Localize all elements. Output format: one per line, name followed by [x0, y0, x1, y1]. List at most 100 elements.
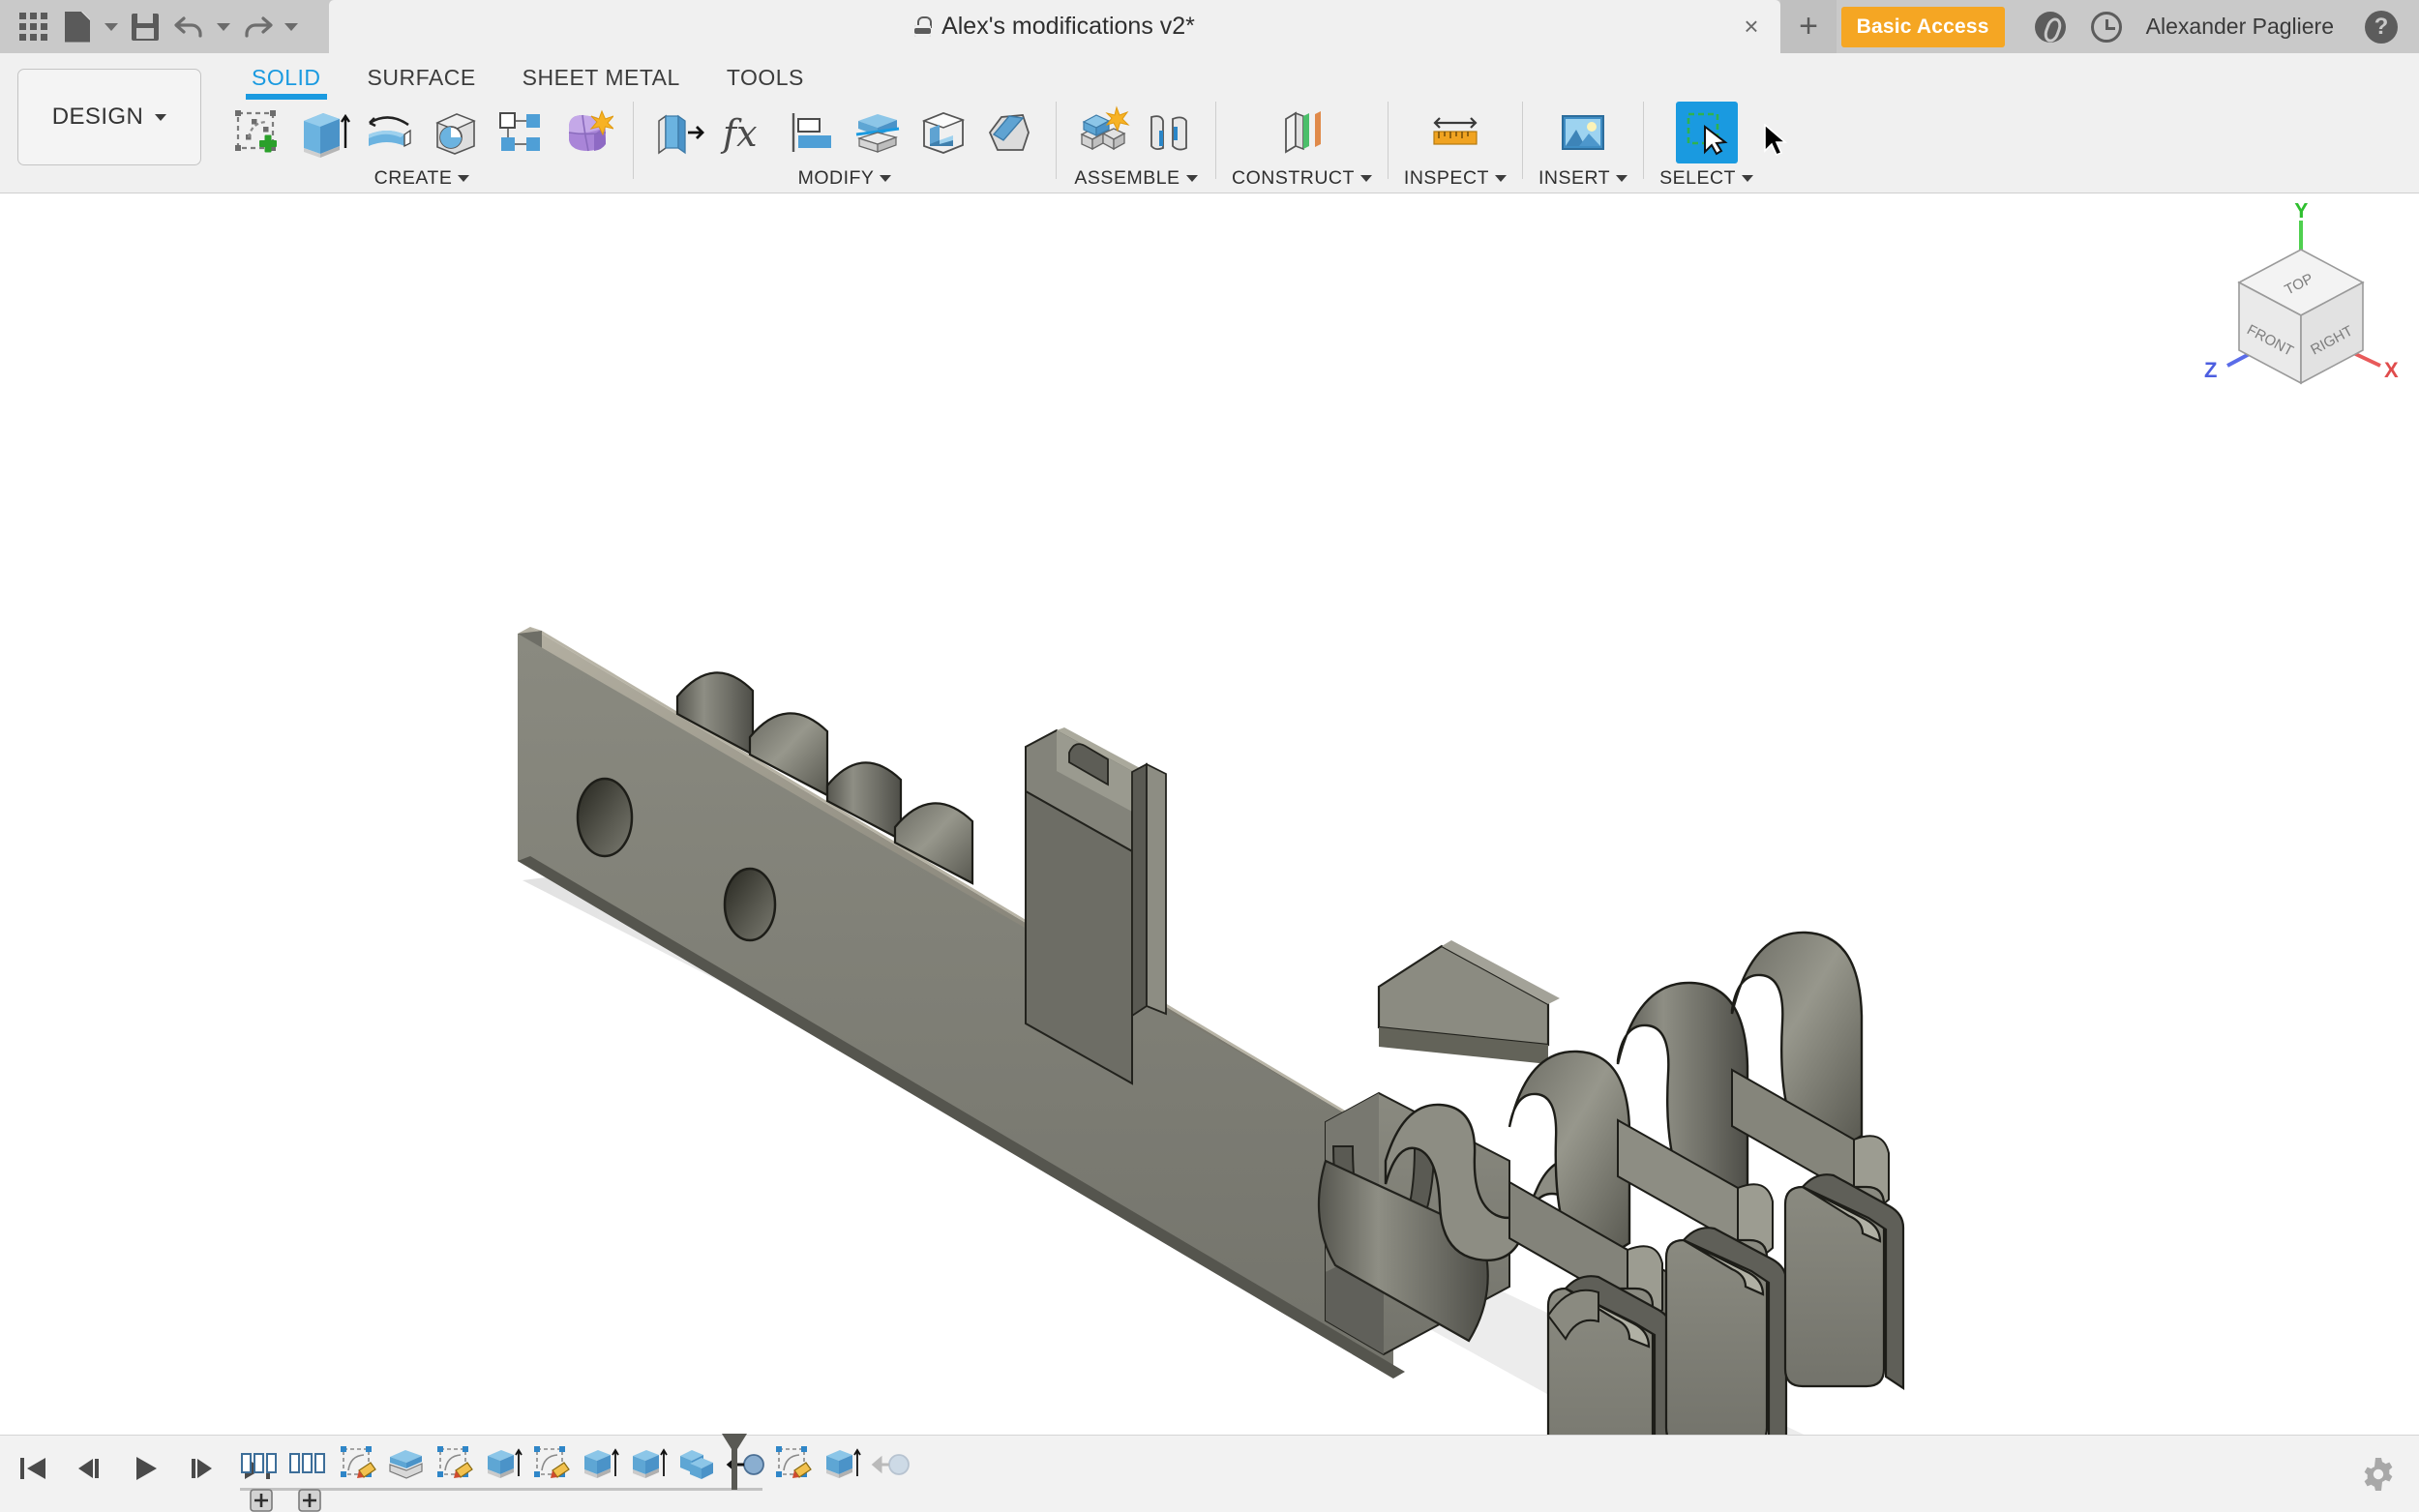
sweep-icon[interactable]	[424, 102, 486, 163]
timeline-feature-extrude-3[interactable]	[576, 1441, 624, 1488]
panel-inspect-label[interactable]: INSPECT	[1404, 167, 1507, 190]
timeline-feature-extrude-4[interactable]	[624, 1441, 672, 1488]
tab-solid[interactable]: SOLID	[228, 53, 344, 101]
chevron-down-icon	[1494, 175, 1507, 182]
new-tab-button[interactable]: +	[1780, 0, 1837, 53]
timeline-feature-combine[interactable]	[672, 1441, 721, 1488]
joint-icon[interactable]	[1138, 102, 1200, 163]
timeline-feature-group-1[interactable]	[237, 1441, 285, 1512]
chevron-down-icon	[880, 175, 892, 182]
panel-insert-label[interactable]: INSERT	[1538, 167, 1628, 190]
3d-viewport-canvas[interactable]: Y Z X TOP FRONT RIGHT	[0, 193, 2419, 1435]
redo-icon[interactable]	[236, 6, 279, 48]
account-badge[interactable]: Basic Access	[1840, 6, 2005, 47]
redo-dropdown-caret[interactable]	[281, 6, 302, 48]
panel-construct: CONSTRUCT	[1226, 100, 1378, 190]
document-tab-title: Alex's modifications v2*	[914, 13, 1195, 41]
workspace-switcher[interactable]: DESIGN	[17, 69, 201, 165]
split-body-icon[interactable]	[847, 102, 909, 163]
cad-model[interactable]	[0, 193, 2419, 1435]
timeline-settings-gear-icon[interactable]	[2359, 1455, 2398, 1494]
document-tab[interactable]: Alex's modifications v2* ×	[329, 0, 1780, 53]
save-icon[interactable]	[124, 6, 166, 48]
timeline-step-forward-button[interactable]	[182, 1449, 221, 1488]
panel-divider	[1215, 102, 1216, 179]
undo-dropdown-caret[interactable]	[213, 6, 234, 48]
timeline-feature-sketch-3[interactable]	[527, 1441, 576, 1488]
timeline-play-button[interactable]	[126, 1449, 164, 1488]
timeline-feature-group-2[interactable]	[285, 1441, 334, 1512]
shell-icon[interactable]	[912, 102, 974, 163]
measure-icon[interactable]	[1424, 102, 1486, 163]
timeline-step-back-button[interactable]	[70, 1449, 108, 1488]
user-name[interactable]: Alexander Pagliere	[2146, 14, 2334, 40]
document-tab-strip: Alex's modifications v2* × +	[329, 0, 1837, 53]
timeline-feature-sketch-1[interactable]	[334, 1441, 382, 1488]
timeline-bar	[0, 1434, 2419, 1512]
timeline-feature-sketch-2[interactable]	[431, 1441, 479, 1488]
timeline-feature-extrude-5[interactable]	[818, 1441, 866, 1488]
offset-plane-icon[interactable]	[1270, 102, 1332, 163]
panel-create-title: CREATE	[373, 167, 453, 189]
chevron-down-icon	[1185, 175, 1198, 182]
extrude-icon	[483, 1441, 523, 1488]
timeline-go-to-beginning-button[interactable]	[14, 1449, 52, 1488]
new-component-icon[interactable]	[1072, 102, 1134, 163]
panel-inspect-title: INSPECT	[1403, 167, 1489, 189]
title-bar-right: Basic Access Alexander Pagliere ?	[1840, 0, 2419, 53]
panel-divider	[1387, 102, 1389, 179]
a360-status-icon[interactable]	[2028, 5, 2073, 49]
timeline-expand-icon[interactable]	[297, 1488, 322, 1512]
quick-access-toolbar	[0, 0, 302, 53]
timeline-expand-icon[interactable]	[249, 1488, 274, 1512]
panel-select: SELECT	[1654, 100, 1759, 190]
workspace-label: DESIGN	[51, 104, 144, 130]
close-icon[interactable]: ×	[1740, 14, 1763, 39]
file-icon[interactable]	[56, 6, 99, 48]
change-parameters-icon[interactable]: fx	[715, 102, 777, 163]
pattern-icon[interactable]	[490, 102, 552, 163]
timeline-features	[237, 1441, 914, 1512]
timeline-feature-extrude-2[interactable]	[479, 1441, 527, 1488]
combine-icon	[676, 1441, 717, 1488]
panel-construct-title: CONSTRUCT	[1232, 167, 1355, 189]
press-pull-icon[interactable]	[649, 102, 711, 163]
insert-image-icon[interactable]	[1552, 102, 1614, 163]
panel-select-label[interactable]: SELECT	[1659, 167, 1753, 190]
chamfer-icon[interactable]	[978, 102, 1040, 163]
panel-construct-label[interactable]: CONSTRUCT	[1232, 167, 1372, 190]
tab-surface[interactable]: SURFACE	[344, 53, 499, 101]
panel-divider	[1643, 102, 1645, 179]
timeline-feature-sketch-4[interactable]	[769, 1441, 818, 1488]
tab-sheet-metal[interactable]: SHEET METAL	[499, 53, 703, 101]
tab-tools[interactable]: TOOLS	[703, 53, 827, 101]
sketch-icon	[338, 1441, 378, 1488]
help-icon[interactable]: ?	[2359, 5, 2404, 49]
undo-icon[interactable]	[168, 6, 211, 48]
job-status-clock-icon[interactable]	[2084, 5, 2129, 49]
panel-assemble-title: ASSEMBLE	[1074, 167, 1180, 189]
view-cube[interactable]: Y Z X TOP FRONT RIGHT	[2196, 198, 2409, 406]
panel-select-title: SELECT	[1659, 167, 1736, 189]
timeline-feature-move-2[interactable]	[866, 1441, 914, 1488]
ribbon: DESIGN SOLID SURFACE SHEET METAL TOOLS C…	[0, 53, 2419, 193]
panel-create-label[interactable]: CREATE	[374, 167, 470, 190]
document-title-text: Alex's modifications v2*	[941, 13, 1195, 40]
panel-assemble-label[interactable]: ASSEMBLE	[1074, 167, 1198, 190]
fusion360-window: Alex's modifications v2* × + Basic Acces…	[0, 0, 2419, 1512]
timeline-marker[interactable]	[718, 1434, 751, 1495]
create-form-icon[interactable]	[555, 102, 617, 163]
revolve-icon[interactable]	[358, 102, 420, 163]
align-icon[interactable]	[781, 102, 843, 163]
file-dropdown-caret[interactable]	[101, 6, 122, 48]
svg-text:fx: fx	[720, 112, 758, 155]
panel-modify-label[interactable]: MODIFY	[798, 167, 892, 190]
app-grid-icon[interactable]	[12, 6, 54, 48]
create-sketch-icon[interactable]	[226, 102, 288, 163]
axis-label-x: X	[2384, 358, 2399, 382]
extrude-icon[interactable]	[292, 102, 354, 163]
select-icon[interactable]	[1675, 102, 1738, 163]
timeline-feature-extrude-1[interactable]	[382, 1441, 431, 1488]
extrude-icon	[821, 1441, 862, 1488]
feature-group-icon	[289, 1441, 330, 1488]
